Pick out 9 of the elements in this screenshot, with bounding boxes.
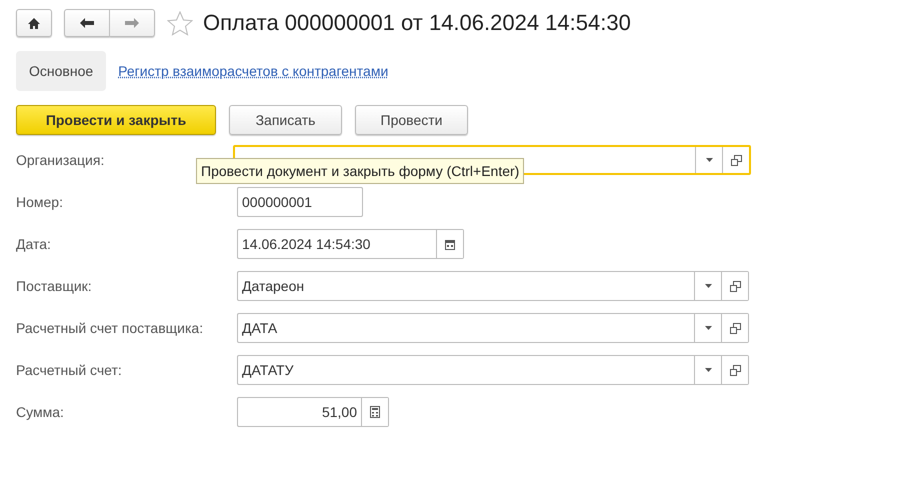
field-label: Поставщик: bbox=[16, 278, 93, 294]
field-label: Номер: bbox=[16, 194, 64, 210]
field-label: Дата: bbox=[16, 236, 52, 252]
tooltip: Провести документ и закрыть форму (Ctrl+Enter) bbox=[196, 158, 524, 184]
field-label: Расчетный счет: bbox=[16, 362, 123, 378]
field-label: Расчетный счет поставщика: bbox=[16, 320, 204, 336]
field-label: Сумма: bbox=[16, 404, 65, 420]
window-title: Оплата 000000001 от 14.06.2024 14:54:30 bbox=[203, 10, 631, 36]
field-label: Организация: bbox=[16, 152, 106, 168]
